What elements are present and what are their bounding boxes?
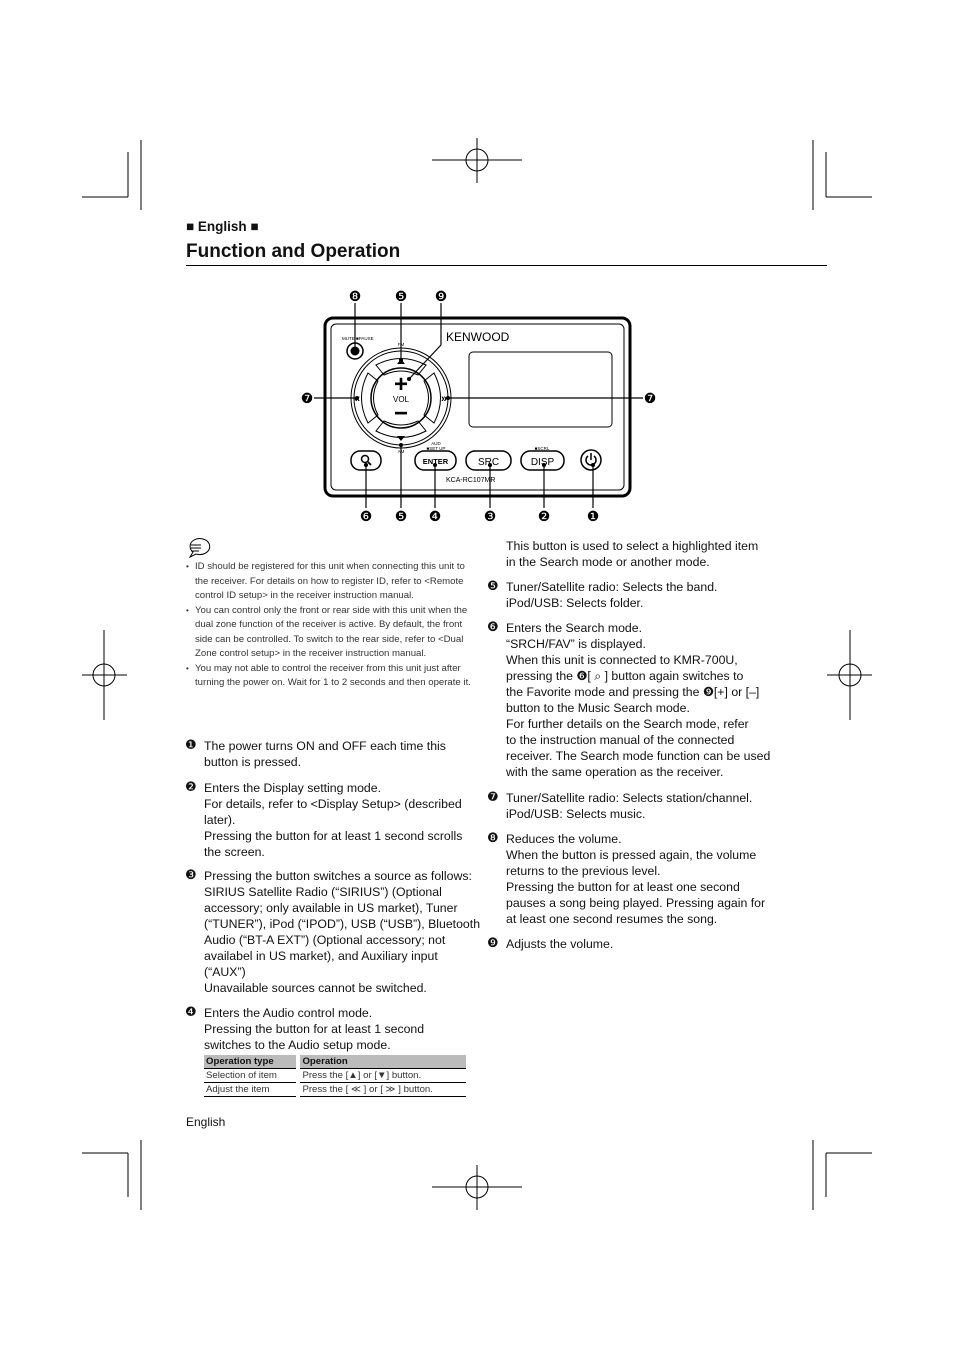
- item-3: ❸ Pressing the button switches a source a…: [185, 868, 481, 996]
- callout-4: ❹: [429, 508, 442, 524]
- table-header: Operation type: [204, 1055, 299, 1069]
- item-text-line: iPod/USB: Selects music.: [506, 807, 646, 821]
- item-text-line: Pressing the button switches a source as…: [204, 869, 472, 883]
- item-text-line: pressing the ❻[ ⌕ ] button again switche…: [506, 669, 744, 683]
- item-text-line: Tuner/Satellite radio: Selects station/c…: [506, 791, 753, 805]
- item-number-badge: ❾: [487, 936, 499, 951]
- item-text-line: the screen.: [204, 845, 265, 859]
- language-label: ■ English ■: [186, 219, 259, 234]
- item-text-line: availabel in US market), and Auxiliary i…: [204, 949, 438, 963]
- callout-1: ❶: [587, 508, 600, 524]
- manual-page: « » + VOL − MUTE ■PAUSE FM AM AUD ■SET U…: [0, 0, 954, 1350]
- item-1: ❶ The power turns ON and OFF each time th…: [185, 738, 446, 770]
- note-item: You can control only the front or rear s…: [186, 604, 476, 662]
- item-text-line: returns to the previous level.: [506, 864, 661, 878]
- item-text-line: Reduces the volume.: [506, 832, 622, 846]
- item-text-line: pauses a song being played. Pressing aga…: [506, 896, 766, 910]
- item-number-badge: ❶: [185, 738, 197, 753]
- item-text-line: Enters the Audio control mode.: [204, 1006, 373, 1020]
- svg-text:+: +: [394, 371, 408, 398]
- note-icon: [188, 538, 211, 559]
- item-number-badge: ❻: [487, 620, 499, 635]
- footer-language: English: [186, 1115, 226, 1129]
- operation-table: Operation type Operation Selection of ite…: [204, 1055, 466, 1097]
- item-text-line: Unavailable sources cannot be switched.: [204, 981, 427, 995]
- item-text-line: Enters the Display setting mode.: [204, 781, 382, 795]
- callout-8: ❽: [349, 288, 362, 304]
- page-title: Function and Operation: [186, 241, 401, 262]
- remote-diagram: « » + VOL − MUTE ■PAUSE FM AM AUD ■SET U…: [188, 288, 657, 559]
- item-text-line: switches to the Audio setup mode.: [204, 1038, 391, 1052]
- title-divider: [186, 265, 827, 266]
- item-text-line: Tuner/Satellite radio: Selects the band.: [506, 580, 718, 594]
- display-screen: [468, 351, 613, 428]
- item-text-line: Audio (“BT-A EXT”) (Optional accessory; …: [204, 933, 446, 947]
- item-number-badge: ❹: [185, 1005, 197, 1020]
- item-4-continued: This button is used to select a highligh…: [506, 538, 758, 570]
- callout-7: ❼: [301, 390, 314, 406]
- item-number-badge: ❷: [185, 780, 197, 795]
- item-text-line: iPod/USB: Selects folder.: [506, 596, 644, 610]
- item-number-badge: ❺: [487, 579, 499, 594]
- kenwood-logo: KENWOOD: [446, 330, 510, 344]
- notes-list: ID should be registered for this unit wh…: [186, 560, 476, 691]
- item-text-line: receiver. The Search mode function can b…: [506, 749, 771, 763]
- item-5: ❺ Tuner/Satellite radio: Selects the band…: [487, 579, 718, 611]
- item-text-line: at least one second resumes the song.: [506, 912, 718, 926]
- item-number-badge: ❽: [487, 831, 499, 846]
- item-4: ❹ Enters the Audio control mode. Pressing …: [185, 1005, 425, 1053]
- item-text-line: later).: [204, 813, 236, 827]
- item-text-line: the Favorite mode and pressing the ❾[+] …: [506, 685, 760, 699]
- table-row: Adjust the item Press the [ ≪ ] or [ ≫ ] …: [204, 1082, 466, 1097]
- item-text-line: When the button is pressed again, the vo…: [506, 848, 757, 862]
- item-9: ❾ Adjusts the volume.: [487, 936, 614, 952]
- item-text-line: Adjusts the volume.: [506, 937, 614, 951]
- item-text-line: SIRIUS Satellite Radio (“SIRIUS”) (Optio…: [204, 885, 442, 899]
- callout-5: ❺: [395, 508, 408, 524]
- item-text-line: accessory; only available in US market),…: [204, 901, 458, 915]
- item-text-line: to the instruction manual of the connect…: [506, 733, 735, 747]
- svg-text:SRC: SRC: [478, 457, 499, 468]
- item-text-line: Enters the Search mode.: [506, 621, 643, 635]
- down-arrow-icon: [397, 436, 405, 441]
- item-number-badge: ❸: [185, 868, 197, 883]
- note-item: ID should be registered for this unit wh…: [186, 560, 476, 604]
- callout-6: ❻: [360, 508, 373, 524]
- item-text-line: This button is used to select a highligh…: [506, 539, 759, 553]
- note-item: You may not able to control the receiver…: [186, 662, 476, 691]
- item-text-line: button is pressed.: [204, 755, 302, 769]
- item-text-line: When this unit is connected to KMR-700U,: [506, 653, 738, 667]
- item-text-line: (“AUX”): [204, 965, 246, 979]
- svg-text:MUTE ■PAUSE: MUTE ■PAUSE: [342, 336, 374, 341]
- right-arrow-icon: »: [441, 393, 447, 405]
- item-text-line: Pressing the button for at least one sec…: [506, 880, 740, 894]
- item-text-line: button to the Music Search mode.: [506, 701, 690, 715]
- item-8: ❽ Reduces the volume. When the button is p…: [487, 831, 766, 927]
- svg-text:−: −: [394, 400, 408, 427]
- item-text-line: Pressing the button for at least 1 secon…: [204, 829, 463, 843]
- item-text-line: For details, refer to <Display Setup> (d…: [204, 797, 462, 811]
- item-number-badge: ❼: [487, 790, 499, 805]
- callout-9: ❾: [435, 288, 448, 304]
- item-text-line: in the Search mode or another mode.: [506, 555, 710, 569]
- item-2: ❷ Enters the Display setting mode. For det…: [185, 780, 463, 860]
- svg-text:KCA-RC107MR: KCA-RC107MR: [446, 477, 495, 484]
- table-header: Operation: [296, 1055, 466, 1069]
- callout-3: ❸: [484, 508, 497, 524]
- callout-2: ❷: [538, 508, 551, 524]
- item-text-line: with the same operation as the receiver.: [506, 765, 724, 779]
- item-6: ❻ Enters the Search mode. “SRCH/FAV” is di…: [487, 620, 771, 780]
- item-text-line: Pressing the button for at least 1 secon…: [204, 1022, 425, 1036]
- item-text-line: “SRCH/FAV” is displayed.: [506, 637, 646, 651]
- callout-5: ❺: [395, 288, 408, 304]
- callout-7: ❼: [644, 390, 657, 406]
- item-text-line: The power turns ON and OFF each time thi…: [204, 739, 446, 753]
- item-text-line: (“TUNER”), iPod (“IPOD”), USB (“USB”), B…: [204, 917, 481, 931]
- item-7: ❼ Tuner/Satellite radio: Selects station/…: [487, 790, 753, 822]
- table-row: Selection of item Press the [▲] or [▼] bu…: [204, 1068, 466, 1083]
- crop-marks-and-diagram: « » + VOL − MUTE ■PAUSE FM AM AUD ■SET U…: [82, 138, 872, 1210]
- item-text-line: For further details on the Search mode, …: [506, 717, 749, 731]
